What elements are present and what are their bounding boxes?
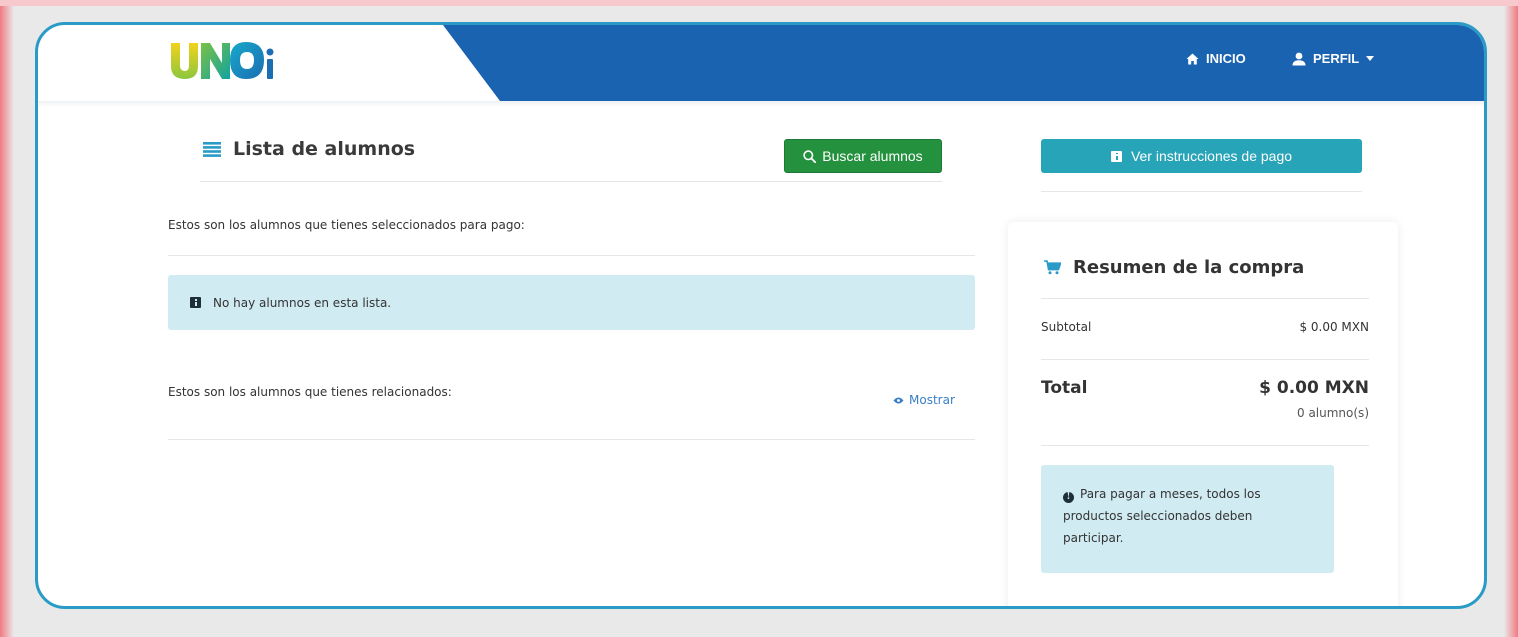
mostrar-label: Mostrar [909,393,955,407]
summary-title-text: Resumen de la compra [1073,257,1305,278]
user-icon [1292,52,1306,65]
divider [168,439,975,440]
divider [1041,191,1362,192]
chevron-down-icon [1366,56,1375,61]
title-divider [200,181,942,182]
subtotal-label: Subtotal [1041,320,1092,334]
installments-alert: ! Para pagar a meses, todos los productos… [1041,465,1334,573]
related-students-text: Estos son los alumnos que tienes relacio… [168,385,452,399]
empty-list-alert: No hay alumnos en esta lista. [168,275,975,330]
divider [1041,445,1369,446]
buscar-alumnos-button[interactable]: Buscar alumnos [784,139,942,173]
home-icon [1186,53,1199,64]
eye-icon [893,397,904,403]
selected-students-text: Estos son los alumnos que tienes selecci… [168,218,525,232]
divider [1041,359,1369,360]
student-count: 0 alumno(s) [1297,406,1369,420]
list-icon [203,141,221,157]
top-strip [0,0,1518,6]
unoi-logo[interactable] [168,37,288,87]
info-icon [1110,150,1122,162]
ver-instrucciones-label: Ver instrucciones de pago [1130,148,1293,164]
summary-title: Resumen de la compra [1044,257,1304,278]
nav-inicio[interactable]: INICIO [1186,51,1246,66]
divider [1041,298,1369,299]
page-title: Lista de alumnos [203,138,415,160]
page-title-text: Lista de alumnos [233,138,416,160]
top-header: INICIO PERFIL [38,25,1484,107]
nav-perfil-label: PERFIL [1313,51,1360,66]
app-window: INICIO PERFIL Lista de alumnos Buscar al… [35,22,1487,609]
shopping-cart-icon [1044,260,1061,275]
ver-instrucciones-button[interactable]: Ver instrucciones de pago [1041,139,1362,173]
empty-list-text: No hay alumnos en esta lista. [213,295,392,310]
buscar-alumnos-label: Buscar alumnos [822,148,923,164]
nav-perfil[interactable]: PERFIL [1292,51,1375,66]
divider [168,255,975,256]
total-value: $ 0.00 MXN [1259,378,1369,398]
info-icon [190,297,201,308]
purchase-summary-card: Resumen de la compra Subtotal $ 0.00 MXN… [1008,222,1398,606]
installments-text: Para pagar a meses, todos los productos … [1063,487,1261,545]
header-shadow [38,101,1484,107]
exclamation-circle-icon: ! [1063,492,1074,503]
total-label: Total [1041,378,1088,398]
nav-inicio-label: INICIO [1206,51,1246,66]
search-icon [803,149,817,163]
subtotal-value: $ 0.00 MXN [1299,320,1369,334]
mostrar-link[interactable]: Mostrar [893,393,955,407]
